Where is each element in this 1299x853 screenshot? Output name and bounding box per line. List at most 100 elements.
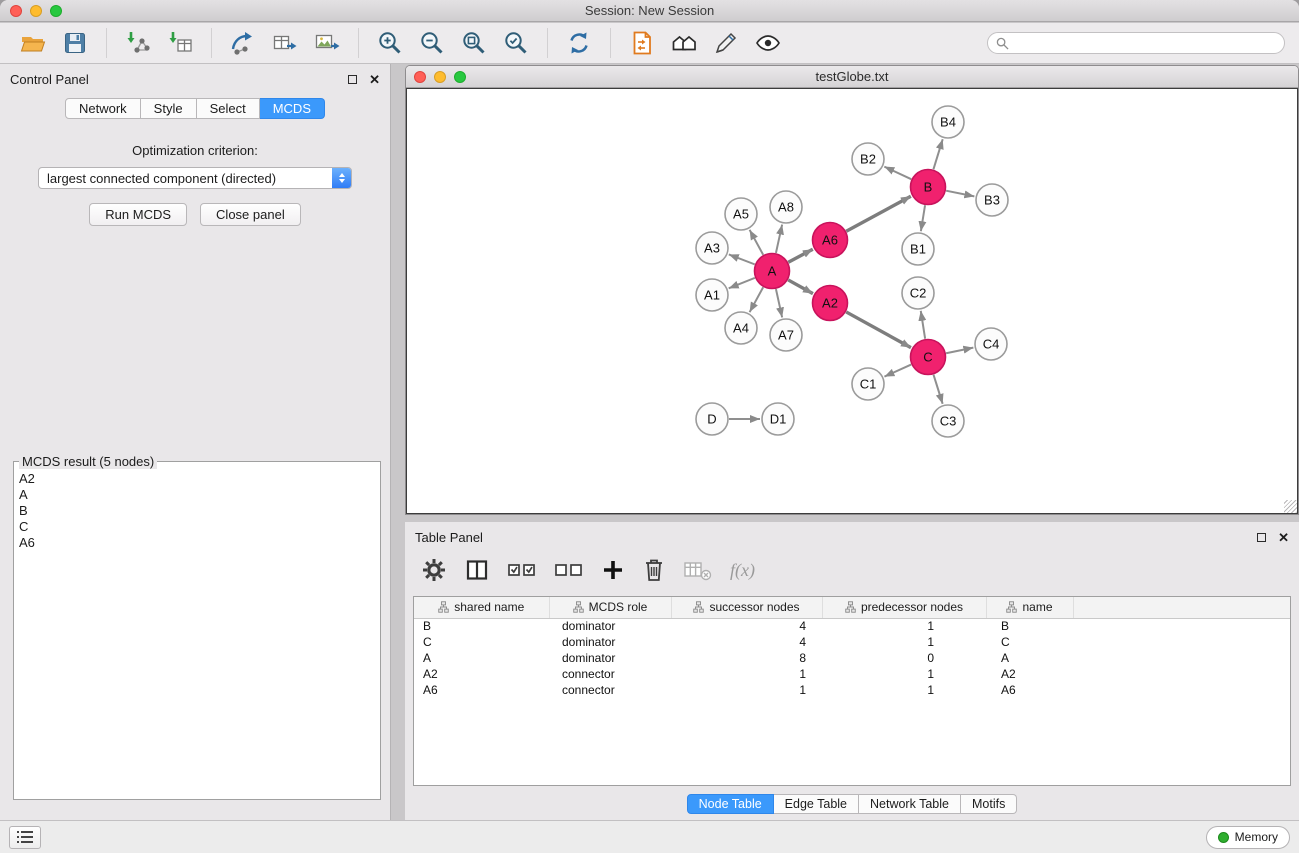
select-all-button[interactable] (507, 559, 537, 581)
network-zoom-button[interactable] (454, 71, 466, 83)
run-mcds-button[interactable]: Run MCDS (89, 203, 187, 226)
function-builder-button[interactable]: f(x) (730, 560, 755, 581)
column-header-successor-nodes[interactable]: successor nodes (671, 597, 822, 618)
table-cell[interactable]: 1 (822, 634, 986, 650)
float-panel-icon[interactable] (348, 75, 357, 84)
table-cell[interactable]: dominator (549, 634, 671, 650)
table-cell[interactable]: C (414, 634, 549, 650)
delete-table-button[interactable] (683, 558, 713, 582)
table-cell[interactable]: 1 (822, 666, 986, 682)
show-columns-button[interactable] (464, 557, 490, 583)
graph-edge-A-A3[interactable] (729, 254, 755, 264)
refresh-layout-button[interactable] (561, 26, 597, 60)
graph-edge-A2-C[interactable] (846, 312, 911, 348)
mcds-result-item[interactable]: A2 (19, 471, 380, 487)
graph-edge-C-C1[interactable] (884, 365, 911, 377)
graph-edge-A-A8[interactable] (776, 225, 782, 253)
column-header-shared-name[interactable]: shared name (414, 597, 549, 618)
table-cell[interactable]: 0 (822, 650, 986, 666)
graph-node-B2[interactable]: B2 (852, 143, 884, 175)
graph-edge-A-A5[interactable] (750, 230, 764, 255)
graph-node-D1[interactable]: D1 (762, 403, 794, 435)
table-cell[interactable]: 1 (822, 682, 986, 698)
graph-edge-B-B1[interactable] (921, 205, 925, 231)
tab-network-table[interactable]: Network Table (859, 794, 961, 814)
export-table-button[interactable] (267, 26, 303, 60)
graph-node-C1[interactable]: C1 (852, 368, 884, 400)
import-network-button[interactable] (120, 26, 156, 60)
graph-node-A6[interactable]: A6 (813, 223, 848, 258)
table-cell[interactable]: A (414, 650, 549, 666)
table-row[interactable]: Adominator80A (414, 650, 1290, 666)
table-cell[interactable]: A6 (986, 682, 1073, 698)
graph-edge-B-B4[interactable] (933, 139, 942, 169)
table-cell[interactable]: 1 (671, 682, 822, 698)
table-cell[interactable]: B (414, 618, 549, 634)
table-cell[interactable]: dominator (549, 650, 671, 666)
column-header-predecessor-nodes[interactable]: predecessor nodes (822, 597, 986, 618)
graph-node-D[interactable]: D (696, 403, 728, 435)
close-panel-icon[interactable]: ✕ (369, 73, 380, 86)
tab-select[interactable]: Select (197, 98, 260, 119)
table-cell[interactable]: 8 (671, 650, 822, 666)
graph-node-B1[interactable]: B1 (902, 233, 934, 265)
tab-style[interactable]: Style (141, 98, 197, 119)
table-row[interactable]: Bdominator41B (414, 618, 1290, 634)
table-row[interactable]: A6connector11A6 (414, 682, 1290, 698)
export-image-button[interactable] (309, 26, 345, 60)
task-history-button[interactable] (9, 826, 41, 849)
graph-node-B3[interactable]: B3 (976, 184, 1008, 216)
table-cell[interactable]: C (986, 634, 1073, 650)
zoom-out-button[interactable] (414, 26, 450, 60)
search-input[interactable] (1014, 36, 1276, 51)
show-hide-button[interactable] (750, 26, 786, 60)
tab-node-table[interactable]: Node Table (687, 794, 774, 814)
zoom-selected-button[interactable] (498, 26, 534, 60)
graph-node-A2[interactable]: A2 (813, 286, 848, 321)
mcds-result-item[interactable]: B (19, 503, 380, 519)
graph-node-A1[interactable]: A1 (696, 279, 728, 311)
mcds-result-item[interactable]: A (19, 487, 380, 503)
graph-node-A7[interactable]: A7 (770, 319, 802, 351)
tab-mcds[interactable]: MCDS (260, 98, 325, 119)
graph-edge-A-A1[interactable] (729, 278, 755, 288)
add-column-button[interactable] (601, 558, 625, 582)
save-session-button[interactable] (57, 26, 93, 60)
table-cell[interactable]: A2 (414, 666, 549, 682)
table-cell[interactable]: A2 (986, 666, 1073, 682)
tab-edge-table[interactable]: Edge Table (774, 794, 859, 814)
close-table-panel-icon[interactable]: ✕ (1278, 531, 1289, 544)
graph-node-A5[interactable]: A5 (725, 198, 757, 230)
network-minimize-button[interactable] (434, 71, 446, 83)
tab-network[interactable]: Network (65, 98, 141, 119)
graph-node-B[interactable]: B (911, 170, 946, 205)
table-cell[interactable]: 1 (822, 618, 986, 634)
graph-node-B4[interactable]: B4 (932, 106, 964, 138)
graph-node-C[interactable]: C (911, 340, 946, 375)
table-settings-button[interactable] (421, 557, 447, 583)
tab-motifs[interactable]: Motifs (961, 794, 1017, 814)
graph-edge-A6-B[interactable] (846, 196, 911, 231)
graph-node-A8[interactable]: A8 (770, 191, 802, 223)
graph-node-A4[interactable]: A4 (725, 312, 757, 344)
table-cell[interactable]: connector (549, 666, 671, 682)
delete-column-button[interactable] (642, 557, 666, 583)
zoom-fit-button[interactable] (456, 26, 492, 60)
table-cell[interactable]: B (986, 618, 1073, 634)
zoom-in-button[interactable] (372, 26, 408, 60)
graph-edge-A-A7[interactable] (776, 289, 782, 317)
table-cell[interactable]: dominator (549, 618, 671, 634)
minimize-window-button[interactable] (30, 5, 42, 17)
criterion-select[interactable]: largest connected component (directed) (38, 167, 352, 189)
table-row[interactable]: A2connector11A2 (414, 666, 1290, 682)
graph-edge-B-B2[interactable] (884, 167, 911, 180)
float-table-panel-icon[interactable] (1257, 533, 1266, 542)
export-network-button[interactable] (225, 26, 261, 60)
mcds-result-item[interactable]: C (19, 519, 380, 535)
table-cell[interactable]: 4 (671, 618, 822, 634)
zoom-window-button[interactable] (50, 5, 62, 17)
deselect-all-button[interactable] (554, 559, 584, 581)
graph-edge-A-A2[interactable] (788, 280, 813, 294)
graph-edge-C-C2[interactable] (921, 311, 925, 339)
graph-node-A3[interactable]: A3 (696, 232, 728, 264)
